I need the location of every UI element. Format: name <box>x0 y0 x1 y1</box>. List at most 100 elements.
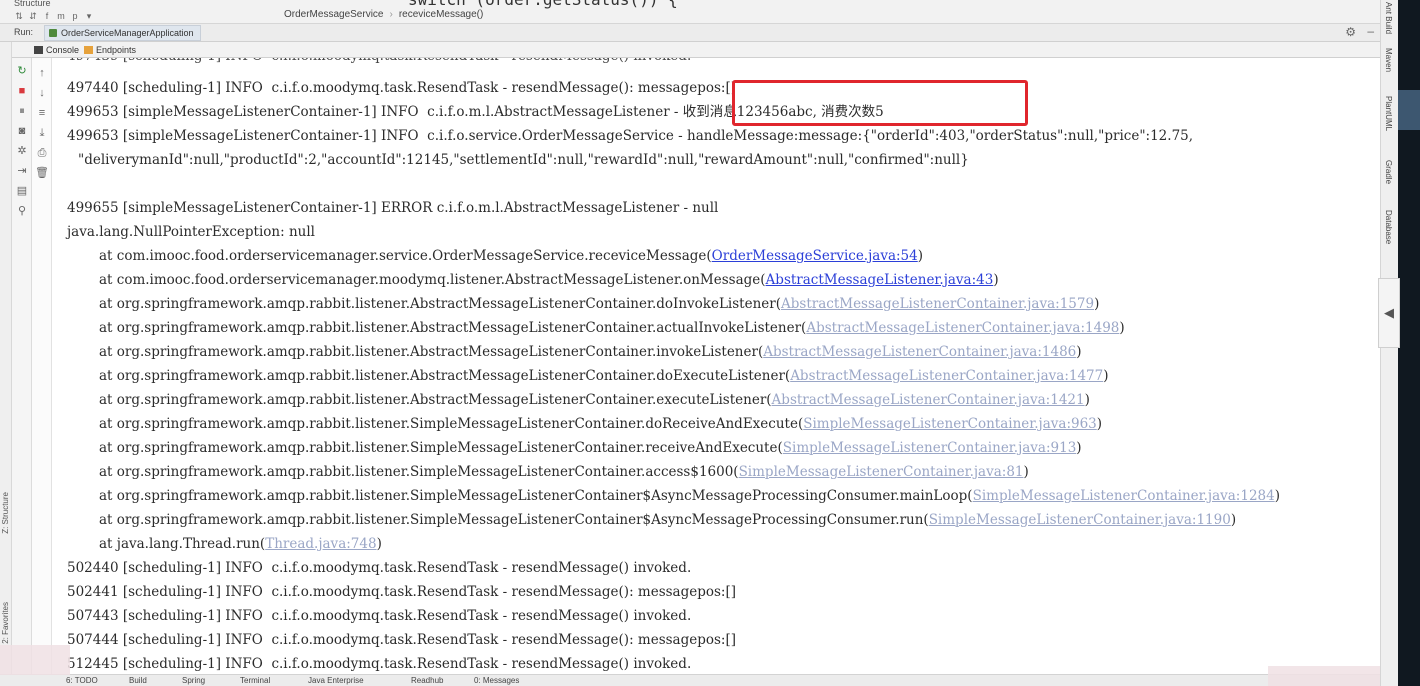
blurred-overlay <box>0 645 70 675</box>
console-action-gutter: ↑ ↓ ≡ ⤓ ⎙ 🗑 <box>32 58 52 686</box>
highlight-annotation-box <box>732 80 1028 126</box>
hide-icon[interactable]: – <box>1367 24 1374 38</box>
bottom-tab[interactable]: Build <box>129 675 147 686</box>
source-link[interactable]: SimpleMessageListenerContainer.java:81 <box>739 464 1024 480</box>
source-link[interactable]: AbstractMessageListenerContainer.java:15… <box>781 296 1094 312</box>
filter-icon[interactable]: ▾ <box>84 11 94 21</box>
stack-frame: at com.imooc.food.orderservicemanager.mo… <box>99 268 999 292</box>
tab-endpoints-label: Endpoints <box>96 45 137 55</box>
structure-tool-label[interactable]: Z: Structure <box>1 492 10 534</box>
sort-icon[interactable]: ⇅ <box>14 11 24 21</box>
scroll-down-icon[interactable]: ↓ <box>35 86 49 100</box>
tab-console[interactable]: Console <box>34 43 79 57</box>
source-link[interactable]: OrderMessageService.java:54 <box>712 248 918 264</box>
soft-wrap-icon[interactable]: ≡ <box>35 106 49 120</box>
bottom-tab[interactable]: Terminal <box>240 675 270 686</box>
maven-tool-label[interactable]: Maven <box>1384 48 1393 72</box>
exit-icon[interactable]: ⇥ <box>15 164 29 178</box>
structure-toolbar: ⇅ ⇵ f m p ▾ <box>14 11 94 21</box>
gear-icon[interactable]: ⚙ <box>1345 25 1356 39</box>
breadcrumb: OrderMessageService › receviceMessage() <box>284 9 483 20</box>
clear-all-icon[interactable]: 🗑 <box>35 166 49 180</box>
stack-frame: at org.springframework.amqp.rabbit.liste… <box>99 364 1109 388</box>
stack-frame: at org.springframework.amqp.rabbit.liste… <box>99 388 1090 412</box>
stack-frame: at org.springframework.amqp.rabbit.liste… <box>99 412 1102 436</box>
stack-frame-close-paren: ) <box>1119 320 1125 336</box>
run-config-tab[interactable]: OrderServiceManagerApplication <box>44 25 201 41</box>
properties-icon[interactable]: p <box>70 11 80 21</box>
stack-frame-close-paren: ) <box>1084 392 1090 408</box>
stack-frame-close-paren: ) <box>1103 368 1109 384</box>
camera-icon[interactable]: ◙ <box>15 124 29 138</box>
desktop-background-accent <box>1398 90 1420 130</box>
run-label: Run: <box>14 27 34 37</box>
stack-frame: at org.springframework.amqp.rabbit.liste… <box>99 292 1099 316</box>
tab-endpoints[interactable]: Endpoints <box>84 43 136 57</box>
pin-icon[interactable]: ⚲ <box>15 204 29 218</box>
favorites-tool-label[interactable]: 2: Favorites <box>1 602 10 644</box>
stack-frame-close-paren: ) <box>1094 296 1100 312</box>
stack-frame-close-paren: ) <box>1096 416 1103 432</box>
source-link[interactable]: Thread.java:748 <box>265 536 376 552</box>
stack-frame: at org.springframework.amqp.rabbit.liste… <box>99 340 1082 364</box>
stack-frame-close-paren: ) <box>917 248 924 264</box>
stack-frame-close-paren: ) <box>1023 464 1029 480</box>
run-config-name: OrderServiceManagerApplication <box>61 28 194 38</box>
stack-frame-text: at org.springframework.amqp.rabbit.liste… <box>99 368 791 384</box>
methods-icon[interactable]: m <box>56 11 66 21</box>
scroll-up-icon[interactable]: ↑ <box>35 66 49 80</box>
bottom-tab[interactable]: 0: Messages <box>474 675 519 686</box>
stack-frame-close-paren: ) <box>1230 512 1237 528</box>
fields-icon[interactable]: f <box>42 11 52 21</box>
layout-icon[interactable]: ▤ <box>15 184 29 198</box>
database-tool-label[interactable]: Database <box>1384 210 1393 244</box>
console-line: 499653 [simpleMessageListenerContainer-1… <box>67 128 1194 144</box>
source-link[interactable]: AbstractMessageListenerContainer.java:14… <box>763 344 1076 360</box>
console-line-partial: 497439 [scheduling-1] INFO c.i.f.o.moody… <box>67 58 691 68</box>
console-line: 507444 [scheduling-1] INFO c.i.f.o.moody… <box>67 632 737 648</box>
bottom-tab[interactable]: 6: TODO <box>66 675 98 686</box>
tab-console-label: Console <box>46 45 80 55</box>
console-output[interactable]: 497439 [scheduling-1] INFO c.i.f.o.moody… <box>52 58 1378 674</box>
stack-frame-text: at org.springframework.amqp.rabbit.liste… <box>99 440 783 456</box>
console-line: 499655 [simpleMessageListenerContainer-1… <box>67 200 719 216</box>
source-link[interactable]: AbstractMessageListenerContainer.java:14… <box>806 320 1119 336</box>
stack-frame: at org.springframework.amqp.rabbit.liste… <box>99 484 1280 508</box>
stack-frame-text: at org.springframework.amqp.rabbit.liste… <box>99 344 764 360</box>
print-icon[interactable]: ⎙ <box>35 146 49 160</box>
stack-frame-text: at java.lang.Thread.run( <box>99 536 266 552</box>
gradle-tool-label[interactable]: Gradle <box>1384 160 1393 184</box>
source-link[interactable]: SimpleMessageListenerContainer.java:1284 <box>973 488 1275 504</box>
console-icon <box>34 46 43 54</box>
source-link[interactable]: SimpleMessageListenerContainer.java:913 <box>783 440 1077 456</box>
sort-alpha-icon[interactable]: ⇵ <box>28 11 38 21</box>
source-link[interactable]: SimpleMessageListenerContainer.java:1190 <box>929 512 1231 528</box>
collapse-arrow-icon[interactable]: ◀ <box>1378 278 1400 348</box>
stop-icon[interactable]: ■ <box>15 84 29 98</box>
bottom-tab[interactable]: Readhub <box>411 675 443 686</box>
source-link[interactable]: AbstractMessageListenerContainer.java:14… <box>772 392 1085 408</box>
breadcrumb-method[interactable]: receviceMessage() <box>399 9 483 20</box>
stack-frame-close-paren: ) <box>1076 440 1082 456</box>
bottom-tab[interactable]: Java Enterprise <box>308 675 364 686</box>
stack-frame: at org.springframework.amqp.rabbit.liste… <box>99 460 1029 484</box>
bottom-tab[interactable]: Spring <box>182 675 205 686</box>
stack-frame-close-paren: ) <box>993 272 999 288</box>
rerun-icon[interactable]: ↻ <box>15 64 29 78</box>
blurred-overlay <box>1268 666 1380 686</box>
source-link[interactable]: SimpleMessageListenerContainer.java:963 <box>803 416 1097 432</box>
pause-icon[interactable]: ⏸ <box>15 104 29 118</box>
source-link[interactable]: AbstractMessageListenerContainer.java:14… <box>790 368 1103 384</box>
stack-frame-text: at org.springframework.amqp.rabbit.liste… <box>99 296 782 312</box>
debug-icon[interactable]: ✲ <box>15 144 29 158</box>
editor-code-line: switch (order.getStatus()) { <box>408 0 678 9</box>
scroll-to-end-icon[interactable]: ⤓ <box>35 126 49 140</box>
stack-frame-close-paren: ) <box>1076 344 1082 360</box>
ant-build-tool-label[interactable]: Ant Build <box>1384 2 1393 34</box>
plantuml-tool-label[interactable]: PlantUML <box>1384 96 1393 131</box>
structure-label[interactable]: Structure <box>14 0 51 8</box>
breadcrumb-class[interactable]: OrderMessageService <box>284 9 383 20</box>
stack-frame-text: at org.springframework.amqp.rabbit.liste… <box>99 392 772 408</box>
source-link[interactable]: AbstractMessageListener.java:43 <box>766 272 994 288</box>
editor-top-strip: Structure ⇅ ⇵ f m p ▾ switch (order.getS… <box>0 0 1380 24</box>
